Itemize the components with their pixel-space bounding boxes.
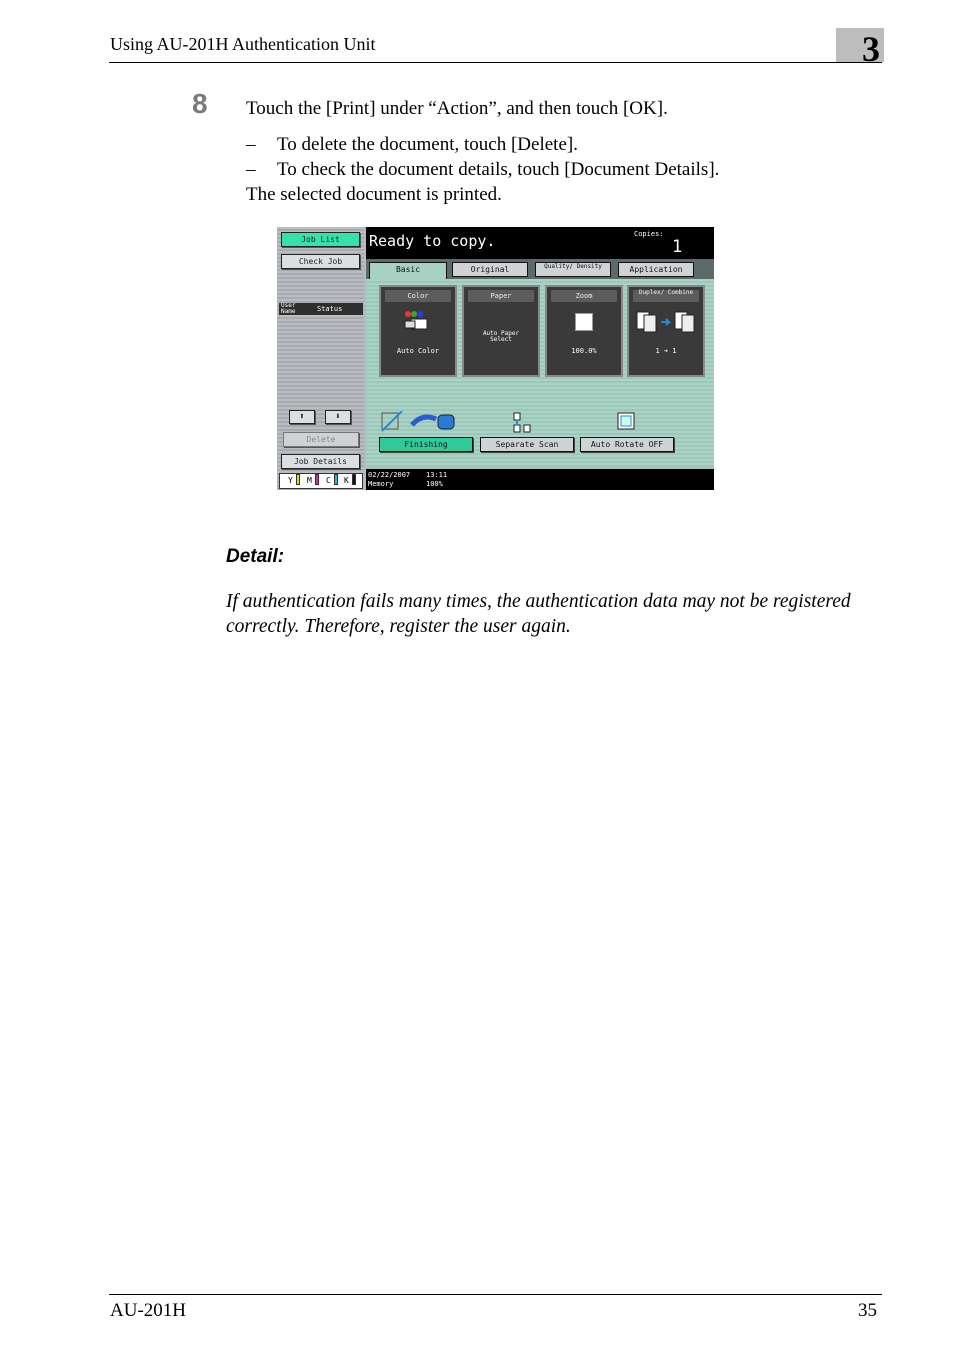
- detail-heading: Detail:: [226, 546, 285, 567]
- toner-bar-y: [296, 474, 300, 485]
- result-text: The selected document is printed.: [246, 184, 502, 205]
- card-value: 100.0%: [571, 347, 597, 355]
- finishing-icon: [380, 410, 458, 435]
- ready-message: Ready to copy.: [369, 232, 496, 250]
- auto-rotate-icon: [616, 411, 638, 433]
- scroll-up-button[interactable]: ⬆: [289, 410, 315, 424]
- header-rule: [109, 62, 882, 63]
- toner-label-y: Y: [288, 476, 293, 485]
- check-job-button[interactable]: Check Job: [281, 254, 360, 269]
- copier-panel-screenshot: Job List Check Job User Name Status ⬆ ⬇ …: [277, 227, 714, 490]
- column-user-name: User Name: [281, 302, 296, 315]
- auto-rotate-off-button[interactable]: Auto Rotate OFF: [580, 437, 674, 452]
- status-bar: 02/22/2007 13:11 Memory 100%: [366, 469, 714, 490]
- zoom-card[interactable]: Zoom 100.0%: [545, 285, 623, 377]
- header-title: Using AU-201H Authentication Unit: [110, 34, 376, 54]
- toner-bar-c: [334, 474, 338, 485]
- duplex-icon: [635, 309, 701, 335]
- tab-original-setting[interactable]: Original Setting: [452, 262, 528, 287]
- duplex-combine-card[interactable]: Duplex/ Combine 1 ➔ 1: [627, 285, 705, 377]
- toner-bar-m: [315, 474, 319, 485]
- card-title: Color: [385, 290, 451, 302]
- card-title: Paper: [468, 290, 534, 302]
- step-text: Touch the [Print] under “Action”, and th…: [246, 98, 668, 119]
- auto-color-icon: [403, 309, 429, 331]
- paper-card[interactable]: Paper Auto Paper Select: [462, 285, 540, 377]
- subitem-dash: –: [246, 159, 256, 180]
- basic-settings-area: Color Auto Color Paper Auto Paper Select…: [366, 279, 714, 467]
- job-details-button[interactable]: Job Details: [281, 454, 360, 469]
- subitem-text: To check the document details, touch [Do…: [277, 159, 720, 180]
- detail-body: If authentication fails many times, the …: [226, 591, 851, 637]
- status-time: 13:11: [426, 471, 448, 479]
- separate-scan-button[interactable]: Separate Scan: [480, 437, 574, 452]
- card-title: Zoom: [551, 290, 617, 302]
- job-list-header: User Name Status: [279, 303, 363, 315]
- copies-label: Copies:: [634, 230, 664, 238]
- page-number: 35: [858, 1300, 877, 1321]
- zoom-icon: [575, 313, 593, 331]
- job-list-button[interactable]: Job List: [281, 232, 360, 247]
- status-memory-value: 100%: [426, 480, 443, 488]
- scroll-down-button[interactable]: ⬇: [325, 410, 351, 424]
- toner-label-c: C: [326, 476, 331, 485]
- job-pane: Job List Check Job User Name Status ⬆ ⬇ …: [277, 227, 364, 490]
- column-status: Status: [317, 305, 343, 313]
- step-number: 8: [192, 88, 208, 119]
- subitem-dash: –: [246, 134, 256, 155]
- toner-label-m: M: [307, 476, 312, 485]
- toner-label-k: K: [344, 476, 349, 485]
- subitem-text: To delete the document, touch [Delete].: [277, 134, 578, 155]
- card-value: 1 ➔ 1: [655, 347, 677, 355]
- card-value: Auto Color: [396, 347, 440, 355]
- tab-application[interactable]: Application: [618, 262, 694, 277]
- separate-scan-icon: [512, 411, 538, 435]
- finishing-button[interactable]: Finishing: [379, 437, 473, 452]
- card-value: Auto Paper Select: [482, 330, 520, 343]
- tab-row: Basic Original Setting Quality/ Density …: [366, 259, 714, 287]
- tab-quality-density[interactable]: Quality/ Density: [535, 262, 611, 277]
- copies-value: 1: [672, 237, 683, 257]
- message-bar: Ready to copy. Copies: 1: [366, 227, 714, 259]
- status-date: 02/22/2007: [368, 471, 411, 479]
- tab-basic[interactable]: Basic: [369, 262, 447, 280]
- footer-model: AU-201H: [110, 1300, 186, 1321]
- toner-indicator: Y M C K: [279, 473, 363, 489]
- toner-bar-k: [352, 474, 356, 485]
- delete-button[interactable]: Delete: [283, 432, 359, 447]
- footer-rule: [109, 1294, 882, 1295]
- card-title: Duplex/ Combine: [633, 290, 699, 302]
- color-card[interactable]: Color Auto Color: [379, 285, 457, 377]
- status-memory-label: Memory: [368, 480, 394, 488]
